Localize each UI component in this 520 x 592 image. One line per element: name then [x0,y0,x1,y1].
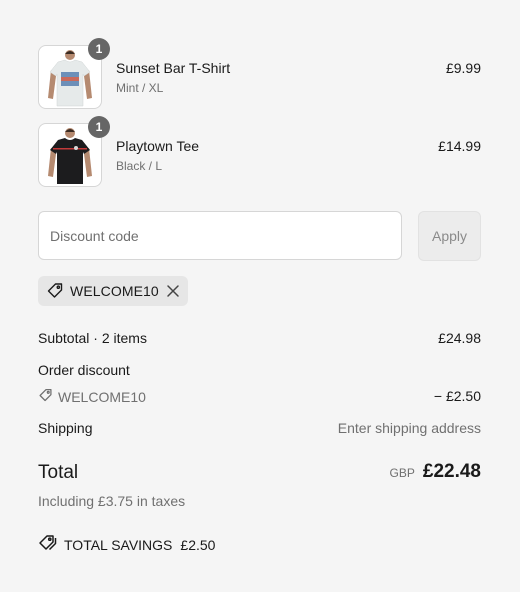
applied-discount-chip: WELCOME10 [38,276,188,306]
product-variant: Mint / XL [116,81,164,95]
order-discount-value: − £2.50 [433,388,481,404]
tag-icon [38,388,53,406]
subtotal-value: £24.98 [438,330,481,346]
product-image: 1 [38,116,110,187]
product-image: 1 [38,38,110,109]
order-discount-code-label: WELCOME10 [58,389,146,405]
product-price: £14.99 [438,138,481,154]
total-savings: TOTAL SAVINGS £2.50 [38,534,215,555]
total-amount: £22.48 [422,461,481,482]
order-discount-label: Order discount [38,362,130,378]
order-discount-code: WELCOME10 [38,388,146,406]
total-price: GBP £22.48 [390,461,481,483]
total-label: Total [38,462,79,483]
apply-button[interactable]: Apply [418,211,481,261]
savings-label: TOTAL SAVINGS [64,536,173,553]
product-variant: Black / L [116,159,163,173]
subtotal-label: Subtotal · 2 items [38,330,147,346]
product-price: £9.99 [445,60,481,76]
currency-code: GBP [389,466,415,480]
cart-item: 1 Sunset Bar T-Shirt Mint / XL £9.99 [38,38,482,109]
discount-code-input[interactable] [38,211,402,260]
close-icon[interactable] [166,284,180,298]
savings-value: £2.50 [180,536,216,553]
quantity-badge: 1 [88,116,110,138]
product-name: Playtown Tee [116,138,200,154]
shipping-label: Shipping [38,420,93,436]
shipping-value: Enter shipping address [337,420,481,436]
applied-code-label: WELCOME10 [70,283,159,299]
tax-note: Including £3.75 in taxes [38,493,186,509]
savings-tag-icon [38,534,58,555]
cart-item: 1 Playtown Tee Black / L £14.99 [38,116,482,187]
tag-icon [46,282,64,300]
quantity-badge: 1 [88,38,110,60]
product-name: Sunset Bar T-Shirt [116,60,231,76]
